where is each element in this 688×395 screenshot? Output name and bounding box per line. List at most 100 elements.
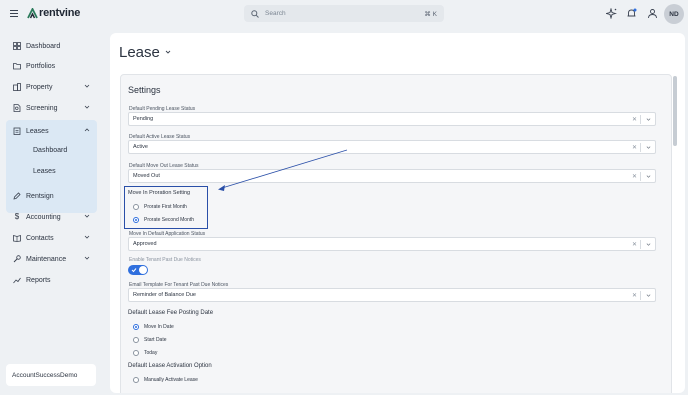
divider (640, 240, 641, 249)
sidebar-subitem-dashboard[interactable]: Dashboard (33, 147, 67, 154)
radio-label: Move In Date (144, 324, 174, 330)
settings-card: Settings Default Pending Lease Status Pe… (120, 74, 672, 393)
menu-icon[interactable] (10, 10, 18, 17)
chevron-down-icon (84, 105, 90, 109)
past-due-label: Enable Tenant Past Due Notices (129, 257, 201, 263)
toggle-knob (139, 266, 147, 274)
clear-icon[interactable]: ✕ (632, 173, 637, 180)
radio-button[interactable] (133, 337, 139, 343)
activation-option-manual[interactable]: Manually Activate Lease (133, 377, 198, 383)
activation-label: Default Lease Activation Option (128, 363, 212, 369)
sidebar-item-screening[interactable]: Screening (6, 98, 98, 118)
sidebar-item-property[interactable]: Property (6, 77, 98, 97)
chevron-down-icon[interactable] (646, 293, 651, 298)
search-input[interactable]: Search ⌘ K (244, 5, 444, 22)
active-status-select[interactable]: Active ✕ (128, 140, 656, 154)
pen-icon (13, 192, 21, 200)
sidebar-item-reports[interactable]: Reports (6, 270, 98, 290)
search-icon (251, 9, 259, 18)
page-title: Lease (119, 44, 160, 61)
sidebar-item-label: Accounting (26, 213, 61, 221)
application-status-select[interactable]: Approved ✕ (128, 237, 656, 251)
fee-posting-label: Default Lease Fee Posting Date (128, 310, 214, 316)
dollar-icon: $ (14, 212, 20, 221)
chart-icon (13, 277, 21, 284)
select-value: Active (133, 144, 148, 150)
sidebar-item-dashboard[interactable]: Dashboard (6, 36, 98, 56)
sidebar: Dashboard Portfolios Property Screening … (0, 28, 104, 395)
divider (640, 143, 641, 152)
sidebar-item-label: Rentsign (26, 192, 54, 200)
chevron-down-icon (84, 214, 90, 218)
pending-status-select[interactable]: Pending ✕ (128, 112, 656, 126)
sidebar-item-label: Reports (26, 276, 51, 284)
radio-button[interactable] (133, 377, 139, 383)
wrench-icon (13, 255, 21, 263)
chevron-down-icon[interactable] (646, 145, 651, 150)
sidebar-item-label: Portfolios (26, 62, 56, 70)
select-value: Pending (133, 116, 154, 122)
fee-posting-option-start[interactable]: Start Date (133, 337, 167, 343)
scrollbar[interactable] (673, 76, 677, 386)
user-settings-icon[interactable] (647, 8, 658, 19)
annotation-highlight-box (124, 186, 208, 229)
sidebar-subitem-leases[interactable]: Leases (33, 168, 56, 175)
sidebar-item-label: Contacts (26, 234, 54, 242)
radio-button[interactable] (133, 350, 139, 356)
building-icon (13, 83, 21, 91)
scroll-thumb[interactable] (673, 76, 677, 146)
document-search-icon (13, 104, 21, 112)
book-icon (13, 234, 21, 242)
logo-text: rentvine (39, 7, 81, 19)
sidebar-item-portfolios[interactable]: Portfolios (6, 56, 98, 76)
select-value: Reminder of Balance Due (133, 292, 196, 298)
sidebar-item-label: Dashboard (26, 42, 61, 50)
past-due-toggle[interactable] (128, 265, 148, 275)
folder-icon (13, 63, 21, 70)
sidebar-item-label: Property (26, 83, 53, 91)
chevron-up-icon (84, 128, 90, 132)
top-bar: rentvine Search ⌘ K ND (0, 0, 688, 28)
search-shortcut: ⌘ K (424, 10, 437, 18)
rentvine-logo-icon (27, 7, 38, 18)
sidebar-item-label: Screening (26, 104, 58, 112)
divider (640, 291, 641, 300)
select-value: Approved (133, 241, 157, 247)
chevron-down-icon[interactable] (646, 242, 651, 247)
sidebar-item-leases[interactable]: Leases (6, 121, 98, 141)
clear-icon[interactable]: ✕ (632, 144, 637, 151)
chevron-down-icon[interactable] (646, 174, 651, 179)
sidebar-item-contacts[interactable]: Contacts (6, 228, 98, 248)
sidebar-item-label: Maintenance (26, 255, 67, 263)
notification-bell-icon[interactable] (626, 8, 637, 19)
sparkle-icon[interactable] (606, 8, 617, 19)
sidebar-item-maintenance[interactable]: Maintenance (6, 249, 98, 269)
sidebar-item-accounting[interactable]: $ Accounting (6, 207, 98, 227)
radio-button[interactable] (133, 324, 139, 330)
chevron-down-icon (84, 235, 90, 239)
chevron-down-icon[interactable] (165, 49, 171, 55)
logo[interactable]: rentvine (27, 7, 80, 19)
account-switcher[interactable]: AccountSuccessDemo (6, 364, 96, 386)
sidebar-item-rentsign[interactable]: Rentsign (6, 186, 98, 206)
clear-icon[interactable]: ✕ (632, 116, 637, 123)
radio-label: Manually Activate Lease (144, 377, 198, 383)
fee-posting-option-today[interactable]: Today (133, 350, 157, 356)
user-avatar[interactable]: ND (664, 4, 684, 24)
clear-icon[interactable]: ✕ (632, 241, 637, 248)
radio-label: Today (144, 350, 158, 356)
grid-icon (13, 42, 21, 50)
clear-icon[interactable]: ✕ (632, 292, 637, 299)
settings-title: Settings (128, 85, 161, 95)
chevron-down-icon (84, 84, 90, 88)
divider (640, 115, 641, 124)
check-icon (131, 268, 137, 273)
chevron-down-icon (84, 256, 90, 260)
radio-label: Start Date (144, 337, 167, 343)
clipboard-icon (13, 127, 21, 135)
fee-posting-option-move-in[interactable]: Move In Date (133, 324, 174, 330)
email-template-select[interactable]: Reminder of Balance Due ✕ (128, 288, 656, 302)
chevron-down-icon[interactable] (646, 117, 651, 122)
moveout-status-select[interactable]: Moved Out ✕ (128, 169, 656, 183)
search-placeholder: Search (265, 10, 286, 17)
